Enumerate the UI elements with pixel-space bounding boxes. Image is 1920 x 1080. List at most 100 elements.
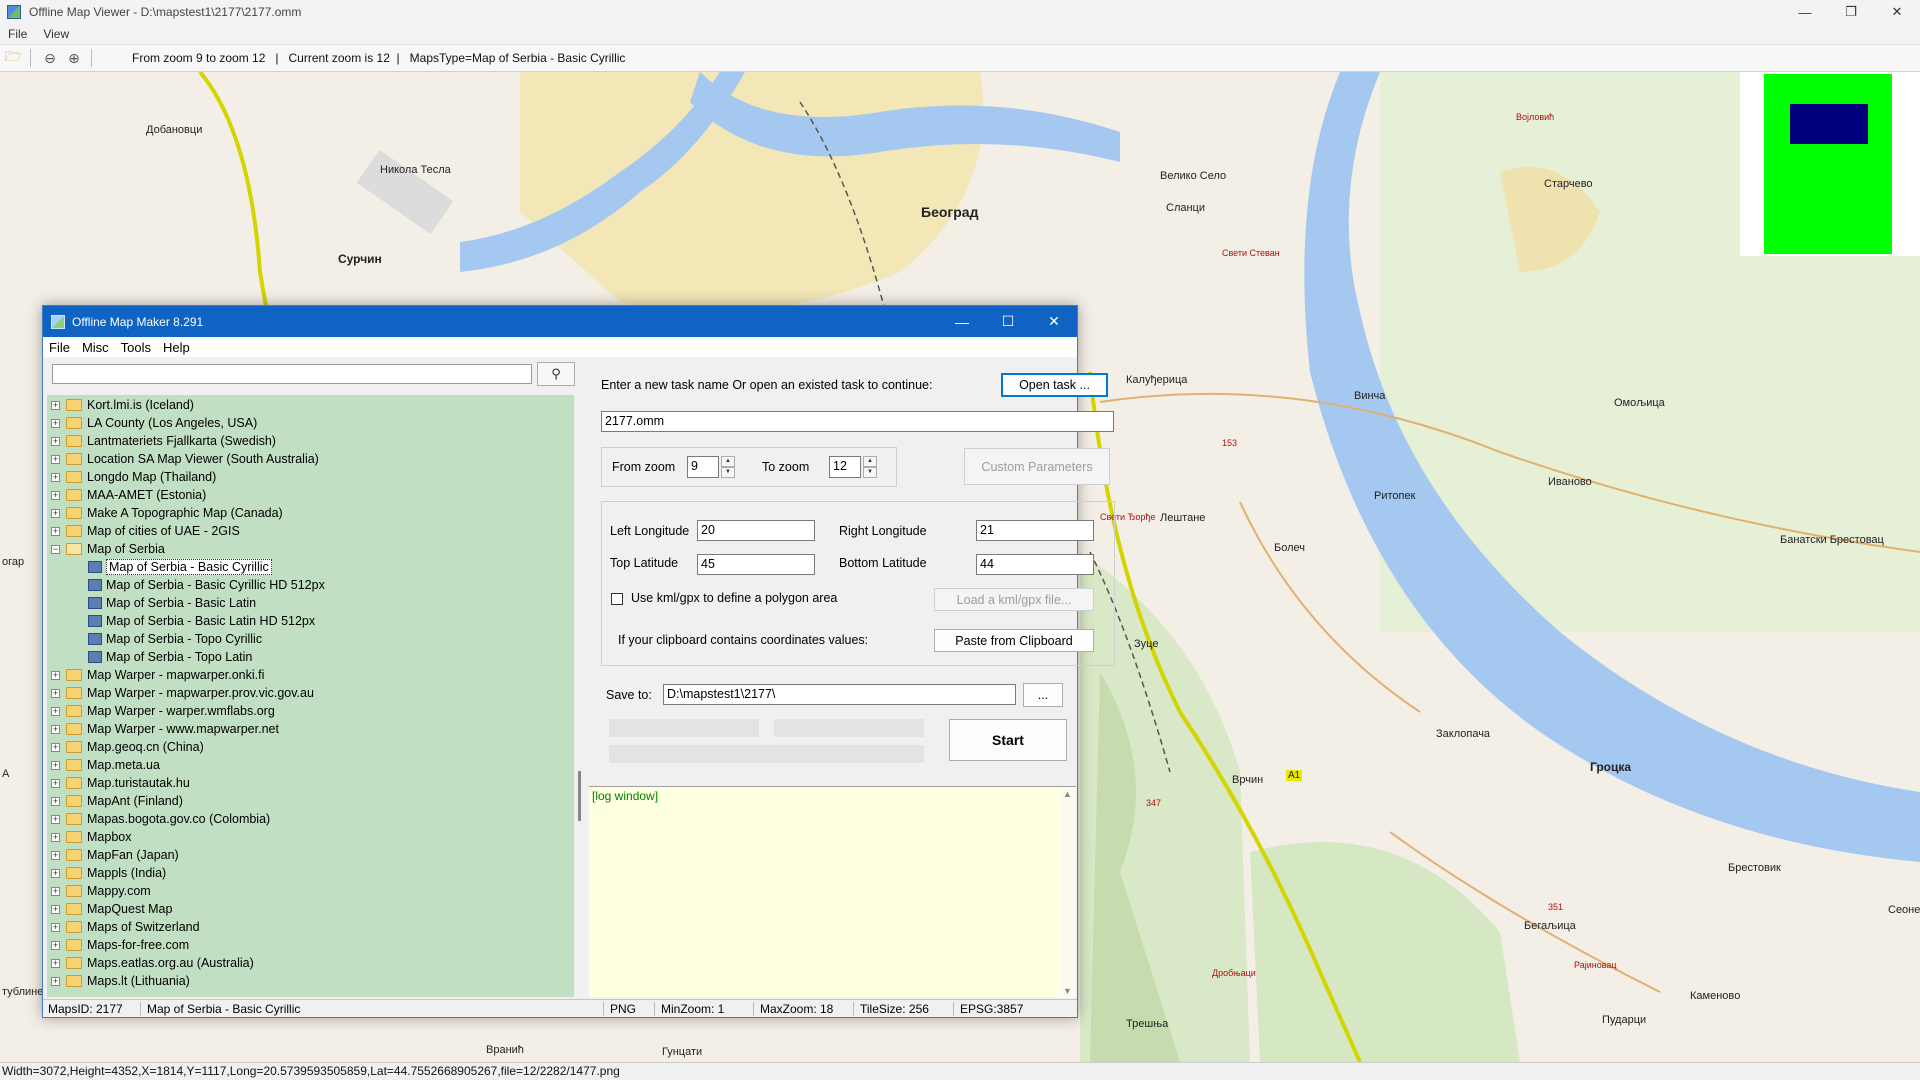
expand-icon[interactable]: + bbox=[51, 850, 60, 860]
tree-map-item[interactable]: Map of Serbia - Basic Cyrillic bbox=[47, 558, 574, 576]
kml-checkbox[interactable] bbox=[611, 593, 623, 605]
zoom-in-icon[interactable]: ⊕ bbox=[63, 47, 85, 69]
tree-folder-item[interactable]: + Map Warper - mapwarper.prov.vic.gov.au bbox=[47, 684, 574, 702]
right-longitude-input[interactable]: 21 bbox=[976, 520, 1094, 541]
tree-folder-item[interactable]: + Maps of Switzerland bbox=[47, 918, 574, 936]
expand-icon[interactable]: + bbox=[51, 526, 60, 536]
dialog-close-button[interactable]: ✕ bbox=[1031, 306, 1077, 337]
tree-folder-item[interactable]: + Mapbox bbox=[47, 828, 574, 846]
restore-button[interactable]: ❐ bbox=[1828, 0, 1874, 24]
tree-folder-item[interactable]: + Make A Topographic Map (Canada) bbox=[47, 504, 574, 522]
task-name-input[interactable]: 2177.omm bbox=[601, 411, 1114, 432]
dialog-menu-misc[interactable]: Misc bbox=[76, 340, 115, 355]
tree-folder-item[interactable]: + MapQuest Map bbox=[47, 900, 574, 918]
paste-clipboard-button[interactable]: Paste from Clipboard bbox=[934, 629, 1094, 652]
expand-icon[interactable]: + bbox=[51, 670, 60, 680]
custom-parameters-button[interactable]: Custom Parameters bbox=[964, 448, 1110, 485]
tree-folder-item[interactable]: + MapAnt (Finland) bbox=[47, 792, 574, 810]
tree-folder-item[interactable]: + Mappy.com bbox=[47, 882, 574, 900]
expand-icon[interactable]: + bbox=[51, 760, 60, 770]
spin-down-icon[interactable]: ▼ bbox=[721, 467, 735, 478]
tree-folder-item[interactable]: + Lantmateriets Fjallkarta (Swedish) bbox=[47, 432, 574, 450]
left-longitude-input[interactable]: 20 bbox=[697, 520, 815, 541]
top-latitude-input[interactable]: 45 bbox=[697, 554, 815, 575]
dialog-maximize-button[interactable]: ☐ bbox=[985, 306, 1031, 337]
to-zoom-input[interactable]: 12 bbox=[829, 456, 861, 478]
from-zoom-spinner[interactable]: ▲ ▼ bbox=[721, 456, 735, 478]
menu-file[interactable]: File bbox=[0, 27, 35, 41]
tree-folder-item[interactable]: + Maps.eatlas.org.au (Australia) bbox=[47, 954, 574, 972]
tree-folder-item[interactable]: + Maps.lt (Lithuania) bbox=[47, 972, 574, 990]
tree-folder-item[interactable]: + Map Warper - www.mapwarper.net bbox=[47, 720, 574, 738]
expand-icon[interactable]: + bbox=[51, 454, 60, 464]
expand-icon[interactable]: + bbox=[51, 706, 60, 716]
search-button[interactable]: ⚲ bbox=[537, 362, 575, 386]
expand-icon[interactable]: + bbox=[51, 886, 60, 896]
expand-icon[interactable]: + bbox=[51, 436, 60, 446]
collapse-icon[interactable]: − bbox=[51, 544, 60, 554]
expand-icon[interactable]: + bbox=[51, 472, 60, 482]
minimize-button[interactable]: — bbox=[1782, 0, 1828, 24]
to-zoom-spinner[interactable]: ▲ ▼ bbox=[863, 456, 877, 478]
expand-icon[interactable]: + bbox=[51, 976, 60, 986]
spin-down-icon[interactable]: ▼ bbox=[863, 467, 877, 478]
zoom-out-icon[interactable]: ⊖ bbox=[39, 47, 61, 69]
open-task-button[interactable]: Open task ... bbox=[1001, 373, 1108, 397]
tree-map-item[interactable]: Map of Serbia - Basic Latin HD 512px bbox=[47, 612, 574, 630]
tree-folder-item[interactable]: + Map.turistautak.hu bbox=[47, 774, 574, 792]
expand-icon[interactable]: + bbox=[51, 958, 60, 968]
expand-icon[interactable]: + bbox=[51, 508, 60, 518]
expand-icon[interactable]: + bbox=[51, 724, 60, 734]
close-button[interactable]: ✕ bbox=[1874, 0, 1920, 24]
expand-icon[interactable]: + bbox=[51, 796, 60, 806]
tree-folder-item[interactable]: + Longdo Map (Thailand) bbox=[47, 468, 574, 486]
expand-icon[interactable]: + bbox=[51, 778, 60, 788]
tree-folder-item[interactable]: + LA County (Los Angeles, USA) bbox=[47, 414, 574, 432]
browse-button[interactable]: ... bbox=[1023, 683, 1063, 707]
tree-folder-item[interactable]: + MapFan (Japan) bbox=[47, 846, 574, 864]
tree-folder-item[interactable]: + Location SA Map Viewer (South Australia… bbox=[47, 450, 574, 468]
map-source-tree[interactable]: + Kort.lmi.is (Iceland) + LA County (Los An… bbox=[47, 395, 574, 997]
expand-icon[interactable]: + bbox=[51, 922, 60, 932]
bottom-latitude-input[interactable]: 44 bbox=[976, 554, 1094, 575]
scroll-up-icon[interactable]: ▲ bbox=[1063, 789, 1072, 799]
tree-map-item[interactable]: Map of Serbia - Basic Latin bbox=[47, 594, 574, 612]
from-zoom-input[interactable]: 9 bbox=[687, 456, 719, 478]
overview-minimap[interactable] bbox=[1740, 72, 1920, 256]
expand-icon[interactable]: + bbox=[51, 868, 60, 878]
expand-icon[interactable]: + bbox=[51, 418, 60, 428]
load-kml-button[interactable]: Load a kml/gpx file... bbox=[934, 588, 1094, 611]
expand-icon[interactable]: + bbox=[51, 832, 60, 842]
tree-folder-item[interactable]: + MAA-AMET (Estonia) bbox=[47, 486, 574, 504]
tree-scrollbar[interactable] bbox=[578, 771, 581, 821]
tree-folder-item[interactable]: + Map of cities of UAE - 2GIS bbox=[47, 522, 574, 540]
tree-map-item[interactable]: Map of Serbia - Topo Latin bbox=[47, 648, 574, 666]
scroll-down-icon[interactable]: ▼ bbox=[1063, 986, 1072, 996]
start-button[interactable]: Start bbox=[949, 719, 1067, 761]
map-search-input[interactable] bbox=[52, 364, 532, 384]
menu-view[interactable]: View bbox=[35, 27, 77, 41]
log-window[interactable]: [log window] ▲ ▼ bbox=[589, 786, 1076, 998]
open-folder-icon[interactable]: 🗁 bbox=[2, 47, 24, 69]
dialog-minimize-button[interactable]: — bbox=[939, 306, 985, 337]
spin-up-icon[interactable]: ▲ bbox=[863, 456, 877, 467]
tree-folder-item[interactable]: + Kort.lmi.is (Iceland) bbox=[47, 396, 574, 414]
tree-folder-item[interactable]: + Mapas.bogota.gov.co (Colombia) bbox=[47, 810, 574, 828]
tree-folder-item[interactable]: + Map Warper - warper.wmflabs.org bbox=[47, 702, 574, 720]
tree-folder-item[interactable]: + Map.meta.ua bbox=[47, 756, 574, 774]
log-scrollbar[interactable]: ▲ ▼ bbox=[1059, 787, 1076, 998]
tree-folder-item[interactable]: − Map of Serbia bbox=[47, 540, 574, 558]
tree-folder-item[interactable]: + Map Warper - mapwarper.onki.fi bbox=[47, 666, 574, 684]
save-path-input[interactable]: D:\mapstest1\2177\ bbox=[663, 684, 1016, 705]
tree-map-item[interactable]: Map of Serbia - Basic Cyrillic HD 512px bbox=[47, 576, 574, 594]
expand-icon[interactable]: + bbox=[51, 904, 60, 914]
tree-map-item[interactable]: Map of Serbia - Topo Cyrillic bbox=[47, 630, 574, 648]
expand-icon[interactable]: + bbox=[51, 400, 60, 410]
spin-up-icon[interactable]: ▲ bbox=[721, 456, 735, 467]
expand-icon[interactable]: + bbox=[51, 814, 60, 824]
expand-icon[interactable]: + bbox=[51, 940, 60, 950]
tree-folder-item[interactable]: + Mappls (India) bbox=[47, 864, 574, 882]
dialog-menu-tools[interactable]: Tools bbox=[115, 340, 157, 355]
tree-folder-item[interactable]: + Map.geoq.cn (China) bbox=[47, 738, 574, 756]
dialog-menu-file[interactable]: File bbox=[43, 340, 76, 355]
